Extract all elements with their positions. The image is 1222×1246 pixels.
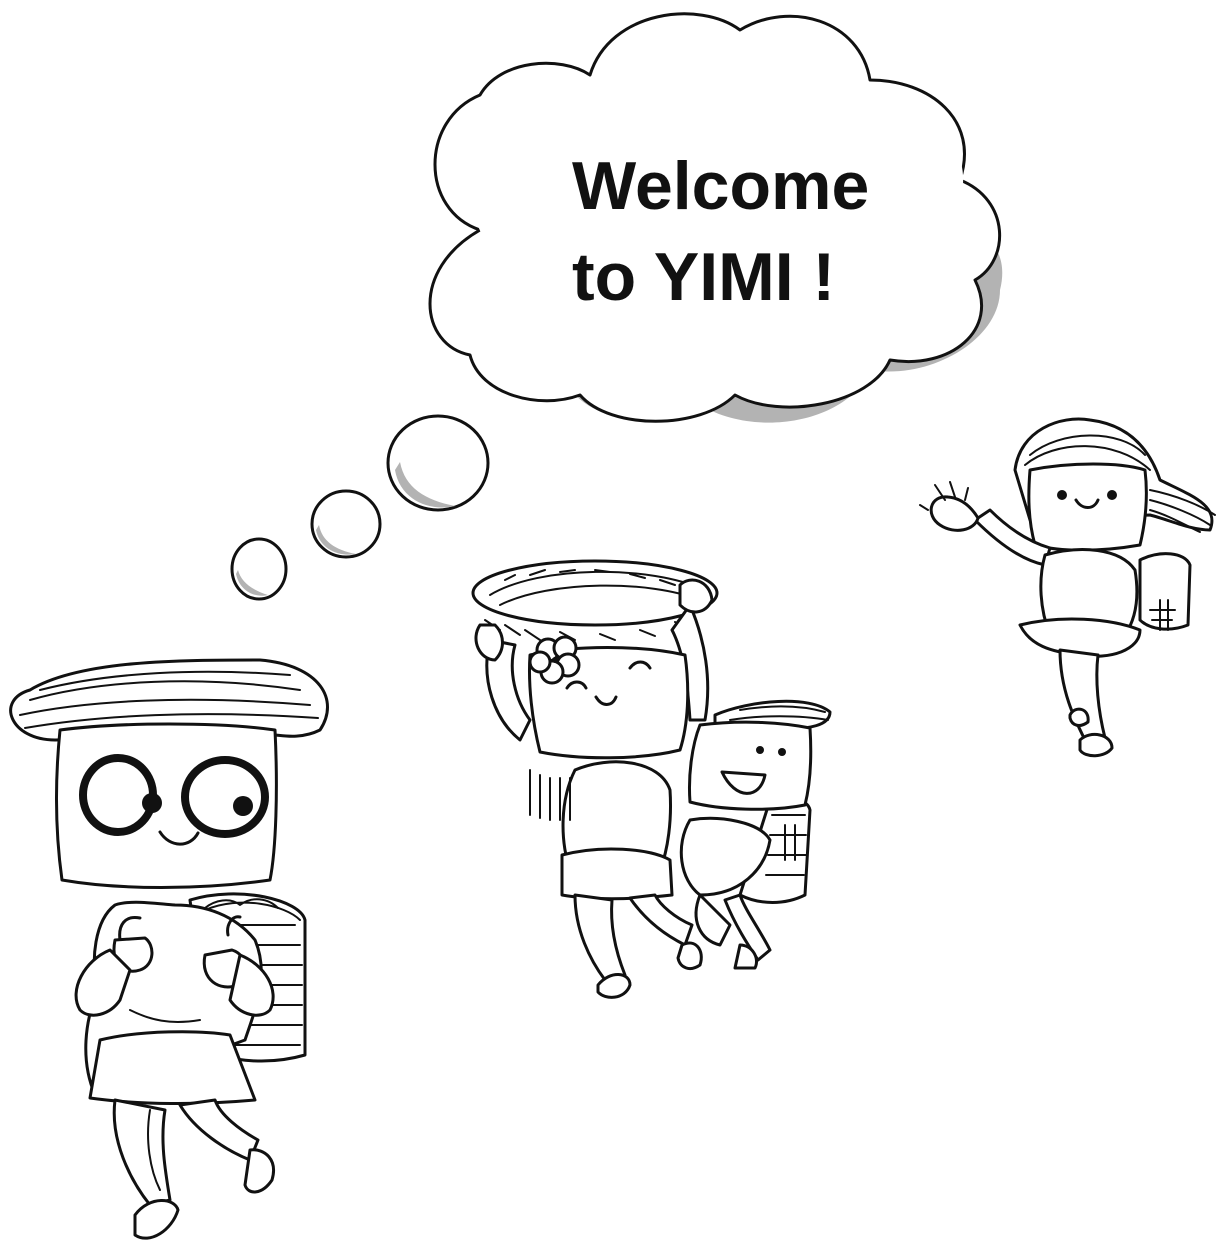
character-left (9, 658, 329, 1240)
greeting-line-1: Welcome (572, 148, 869, 224)
welcome-illustration: Welcome to YIMI ! (9, 12, 1216, 1240)
greeting-line-2: to YIMI ! (572, 239, 835, 315)
left-eye-icon (79, 754, 157, 836)
character-right (919, 417, 1216, 758)
right-eye-icon (181, 756, 269, 838)
thought-dot-medium (310, 489, 382, 559)
thought-dot-large (386, 414, 490, 512)
character-middle (471, 559, 832, 999)
thought-dot-small (230, 537, 288, 601)
